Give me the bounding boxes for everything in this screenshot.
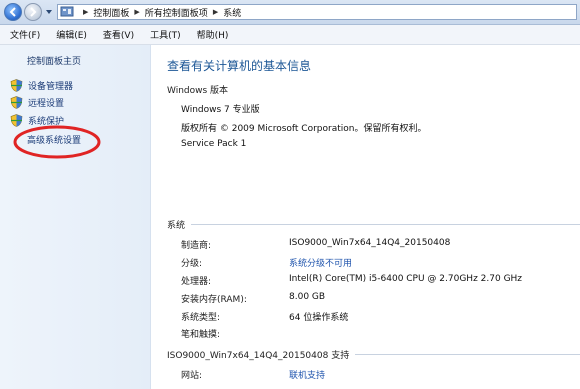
- control-panel-icon: [60, 6, 74, 17]
- section-heading: Windows 版本: [167, 86, 229, 96]
- manufacturer-value: ISO9000_Win7x64_14Q4_20150408: [289, 238, 451, 248]
- windows-edition-value: Windows 7 专业版: [181, 105, 260, 115]
- row-label: 笔和触摸:: [181, 330, 221, 340]
- main-content: 查看有关计算机的基本信息 Windows 版本 Windows 7 专业版 版权…: [151, 45, 580, 389]
- section-support: ISO9000_Win7x64_14Q4_20150408 支持: [167, 348, 580, 361]
- menu-bar: 文件(F) 编辑(E) 查看(V) 工具(T) 帮助(H): [0, 25, 580, 45]
- copyright-text: 版权所有 © 2009 Microsoft Corporation。保留所有权利…: [181, 124, 427, 134]
- address-bar: ▶ 控制面板 ▶ 所有控制面板项 ▶ 系统: [0, 0, 580, 25]
- menu-help[interactable]: 帮助(H): [187, 28, 235, 41]
- chevron-right-icon: ▶: [83, 8, 89, 16]
- menu-view[interactable]: 查看(V): [93, 28, 140, 41]
- row-label: 处理器:: [181, 277, 212, 287]
- section-windows-edition: Windows 版本: [167, 83, 580, 96]
- section-system: 系统: [167, 218, 580, 231]
- chevron-right-icon[interactable]: ▶: [213, 8, 218, 16]
- row-label: 网站:: [181, 371, 203, 381]
- sidebar: 控制面板主页 设备管理器 远程设置 系统保护 高级系统设置: [0, 45, 151, 389]
- row-label: 制造商:: [181, 241, 212, 251]
- page-title: 查看有关计算机的基本信息: [167, 59, 312, 73]
- breadcrumb[interactable]: ▶ 控制面板 ▶ 所有控制面板项 ▶ 系统: [57, 4, 577, 20]
- ram-value: 8.00 GB: [289, 292, 326, 302]
- row-label: 系统类型:: [181, 313, 221, 323]
- breadcrumb-all-items[interactable]: 所有控制面板项: [145, 6, 208, 19]
- menu-edit[interactable]: 编辑(E): [46, 28, 93, 41]
- sidebar-item-remote-settings[interactable]: 远程设置: [10, 96, 64, 109]
- online-support-link[interactable]: 联机支持: [289, 368, 325, 381]
- menu-file[interactable]: 文件(F): [0, 28, 46, 41]
- service-pack-value: Service Pack 1: [181, 139, 247, 149]
- sidebar-item-device-manager[interactable]: 设备管理器: [10, 79, 73, 92]
- section-divider: [191, 224, 580, 225]
- arrow-right-icon: [30, 7, 37, 17]
- section-divider: [355, 354, 580, 355]
- sidebar-item-label: 远程设置: [28, 99, 65, 109]
- back-button[interactable]: [4, 3, 22, 21]
- row-label: 分级:: [181, 259, 203, 269]
- sidebar-home-link[interactable]: 控制面板主页: [27, 54, 81, 67]
- rating-link[interactable]: 系统分级不可用: [289, 256, 352, 269]
- section-heading: ISO9000_Win7x64_14Q4_20150408 支持: [167, 351, 350, 361]
- forward-button[interactable]: [24, 3, 42, 21]
- shield-icon: [10, 96, 23, 109]
- shield-icon: [10, 79, 23, 92]
- menu-tools[interactable]: 工具(T): [140, 28, 187, 41]
- section-heading: 系统: [167, 221, 186, 231]
- processor-value: Intel(R) Core(TM) i5-6400 CPU @ 2.70GHz …: [289, 274, 523, 284]
- row-label: 安装内存(RAM):: [181, 295, 247, 305]
- system-type-value: 64 位操作系统: [289, 313, 349, 323]
- recent-pages-dropdown-icon[interactable]: [44, 6, 54, 18]
- breadcrumb-system[interactable]: 系统: [223, 6, 241, 19]
- highlight-circle: [13, 125, 101, 159]
- breadcrumb-control-panel[interactable]: 控制面板: [93, 6, 129, 19]
- chevron-right-icon[interactable]: ▶: [134, 8, 139, 16]
- sidebar-item-label: 设备管理器: [28, 82, 74, 92]
- arrow-left-icon: [9, 7, 16, 17]
